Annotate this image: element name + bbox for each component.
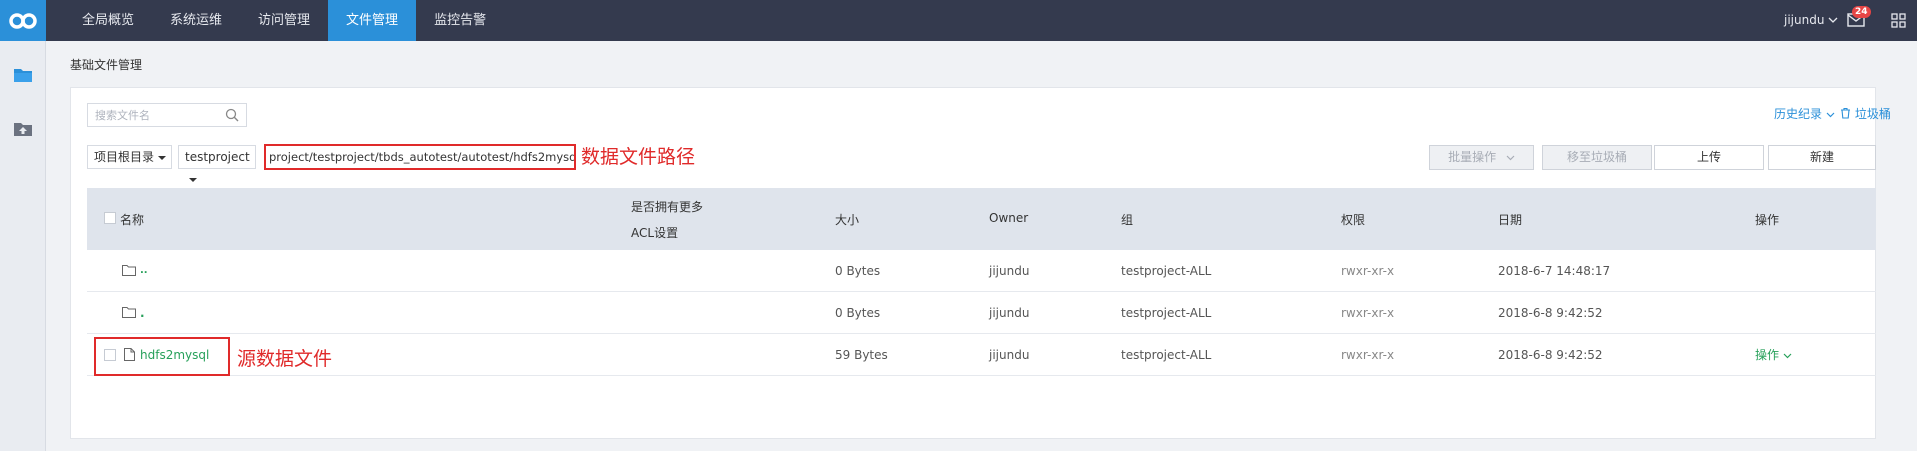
- new-button[interactable]: 新建: [1768, 145, 1876, 170]
- file-group: testproject-ALL: [1121, 348, 1212, 362]
- col-date: 日期: [1498, 213, 1523, 227]
- archive-upload-icon[interactable]: [13, 120, 33, 138]
- col-operations: 操作: [1755, 213, 1780, 227]
- col-group: 组: [1121, 213, 1134, 227]
- trash-link[interactable]: 垃圾桶: [1840, 105, 1891, 122]
- logo-icon: [9, 12, 37, 29]
- apps-grid-icon[interactable]: [1891, 13, 1906, 28]
- file-date: 2018-6-8 9:42:52: [1498, 348, 1603, 362]
- trash-icon: [1841, 107, 1850, 119]
- folder-icon: [122, 265, 136, 276]
- folder-icon: [122, 307, 136, 318]
- root-dir-select[interactable]: 项目根目录: [87, 145, 172, 169]
- chevron-down-icon: [1783, 353, 1792, 359]
- file-owner: jijundu: [989, 306, 1030, 320]
- username: jijundu: [1784, 13, 1825, 27]
- nav-overview[interactable]: 全局概览: [64, 0, 152, 41]
- table-row[interactable]: hdfs2mysql 59 Bytes jijundu testproject-…: [87, 334, 1876, 376]
- history-link[interactable]: 历史纪录: [1774, 105, 1835, 122]
- page-title: 基础文件管理: [70, 58, 143, 72]
- file-size: 0 Bytes: [835, 306, 881, 320]
- path-input[interactable]: project/testproject/tbds_autotest/autote…: [264, 144, 576, 170]
- col-acl-line2: ACL设置: [631, 226, 679, 240]
- file-size: 59 Bytes: [835, 348, 888, 362]
- file-size: 0 Bytes: [835, 264, 881, 278]
- nav-access-management[interactable]: 访问管理: [240, 0, 328, 41]
- upload-button[interactable]: 上传: [1654, 145, 1764, 170]
- col-name: 名称: [120, 213, 145, 227]
- file-name-link[interactable]: ..: [140, 250, 148, 292]
- left-sidebar: [0, 41, 46, 451]
- col-owner: Owner: [989, 211, 1029, 225]
- table-row[interactable]: .. 0 Bytes jijundu testproject-ALL rwxr-…: [87, 250, 1876, 292]
- table-header: 名称 是否拥有更多 ACL设置 大小 Owner 组 权限 日期 操作: [87, 188, 1876, 250]
- search-icon[interactable]: [225, 108, 239, 122]
- folder-icon[interactable]: [13, 66, 33, 84]
- search-box: [87, 103, 247, 127]
- source-file-highlight: [94, 337, 230, 376]
- file-name-link[interactable]: .: [140, 292, 145, 334]
- file-date: 2018-6-8 9:42:52: [1498, 306, 1603, 320]
- path-annotation: 数据文件路径: [581, 146, 696, 168]
- file-owner: jijundu: [989, 348, 1030, 362]
- nav-monitoring[interactable]: 监控告警: [416, 0, 504, 41]
- col-size: 大小: [835, 213, 860, 227]
- col-acl-line1: 是否拥有更多: [631, 200, 704, 214]
- table-row[interactable]: . 0 Bytes jijundu testproject-ALL rwxr-x…: [87, 292, 1876, 334]
- chevron-down-icon: [1828, 17, 1838, 23]
- chevron-down-icon: [1506, 155, 1515, 161]
- file-owner: jijundu: [989, 264, 1030, 278]
- user-menu[interactable]: jijundu: [1784, 0, 1838, 41]
- batch-operation-button[interactable]: 批量操作: [1429, 145, 1534, 170]
- select-all-checkbox[interactable]: [104, 212, 116, 224]
- main-nav: 全局概览 系统运维 访问管理 文件管理 监控告警: [64, 0, 504, 41]
- row-operations-dropdown[interactable]: 操作: [1755, 334, 1792, 376]
- mail-badge: 24: [1852, 6, 1871, 18]
- file-group: testproject-ALL: [1121, 306, 1212, 320]
- top-bar: 全局概览 系统运维 访问管理 文件管理 监控告警 jijundu 24: [0, 0, 1917, 41]
- move-to-trash-button[interactable]: 移至垃圾桶: [1542, 145, 1652, 170]
- file-permission: rwxr-xr-x: [1341, 264, 1395, 278]
- col-permission: 权限: [1341, 213, 1366, 227]
- app-logo[interactable]: [0, 0, 46, 41]
- caret-down-icon: [189, 177, 197, 182]
- file-permission: rwxr-xr-x: [1341, 348, 1395, 362]
- nav-system-ops[interactable]: 系统运维: [152, 0, 240, 41]
- nav-file-management[interactable]: 文件管理: [328, 0, 417, 41]
- chevron-down-icon: [1826, 112, 1835, 118]
- file-group: testproject-ALL: [1121, 264, 1212, 278]
- file-annotation: 源数据文件: [237, 348, 333, 370]
- project-select[interactable]: testproject: [178, 145, 256, 182]
- file-permission: rwxr-xr-x: [1341, 306, 1395, 320]
- search-input[interactable]: [88, 104, 220, 126]
- file-date: 2018-6-7 14:48:17: [1498, 264, 1611, 278]
- caret-down-icon: [158, 155, 167, 160]
